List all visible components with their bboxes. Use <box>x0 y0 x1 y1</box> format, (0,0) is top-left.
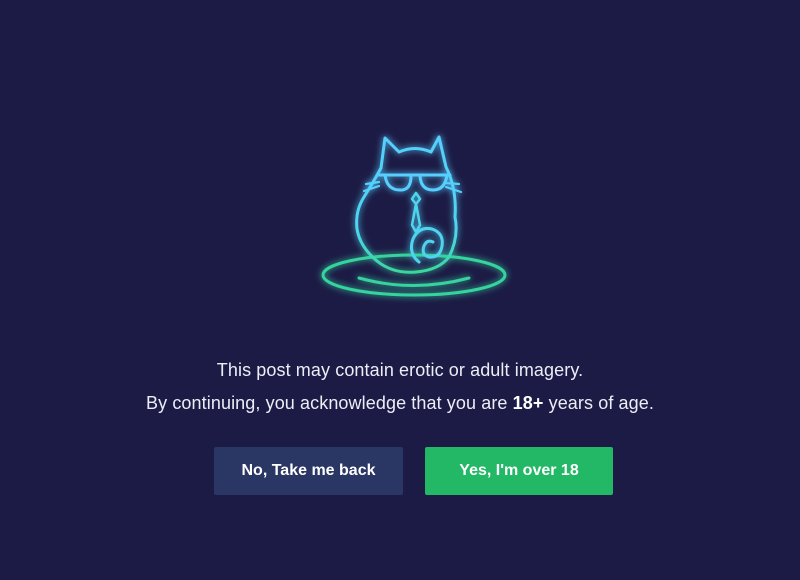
age-acknowledgement-prefix: By continuing, you acknowledge that you … <box>146 393 513 413</box>
age-acknowledgement-text: By continuing, you acknowledge that you … <box>0 393 800 414</box>
adult-content-warning-text: This post may contain erotic or adult im… <box>216 360 584 380</box>
age-gate-page: This post may contain erotic or adult im… <box>0 0 800 580</box>
age-threshold-text: 18+ <box>512 393 544 413</box>
age-acknowledgement-suffix: years of age. <box>543 393 654 413</box>
take-me-back-button[interactable]: No, Take me back <box>214 447 403 495</box>
confirm-over-18-button[interactable]: Yes, I'm over 18 <box>425 447 613 495</box>
neon-cat-icon <box>315 125 515 310</box>
